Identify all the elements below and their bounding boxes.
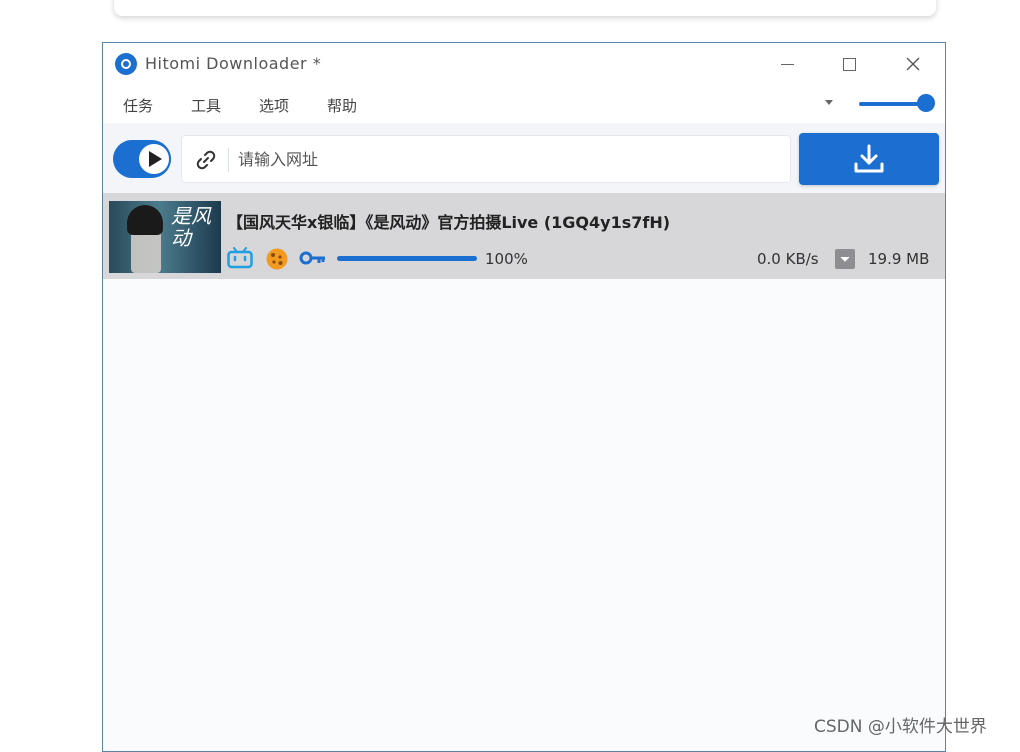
window-title: Hitomi Downloader * bbox=[145, 54, 322, 73]
key-icon bbox=[299, 251, 325, 265]
url-box bbox=[181, 135, 791, 183]
progress-percent: 100% bbox=[485, 250, 528, 268]
background-card bbox=[114, 0, 936, 16]
download-icon bbox=[854, 144, 884, 173]
menu-item-task[interactable]: 任务 bbox=[123, 95, 153, 116]
maximize-button[interactable] bbox=[821, 49, 877, 79]
play-toggle[interactable] bbox=[113, 140, 171, 178]
url-input[interactable] bbox=[238, 144, 778, 174]
volume-slider-handle[interactable] bbox=[917, 94, 935, 112]
file-icon[interactable] bbox=[835, 249, 855, 269]
thumbnail-text: 是风动 bbox=[171, 204, 211, 250]
title-bar[interactable]: Hitomi Downloader * bbox=[103, 43, 945, 85]
play-icon bbox=[137, 142, 171, 176]
app-window: Hitomi Downloader * 任务 工具 选项 帮助 请输入网址 是风… bbox=[102, 42, 946, 752]
close-button[interactable] bbox=[885, 49, 941, 79]
menu-bar: 任务 工具 选项 帮助 bbox=[103, 85, 945, 123]
menu-item-options[interactable]: 选项 bbox=[259, 95, 289, 116]
task-row[interactable]: 是风动 【国风天华x银临】《是风动》官方拍摄Live (1GQ4y1s7fH) bbox=[103, 193, 945, 279]
download-button[interactable] bbox=[799, 133, 939, 185]
progress-bar bbox=[337, 256, 477, 261]
download-speed: 0.0 KB/s bbox=[757, 250, 819, 268]
cookie-icon bbox=[266, 248, 288, 270]
task-title: 【国风天华x银临】《是风动》官方拍摄Live (1GQ4y1s7fH) bbox=[227, 213, 671, 232]
watermark: CSDN @小软件大世界 bbox=[814, 717, 987, 737]
hitomi-logo-icon bbox=[115, 53, 137, 75]
link-icon[interactable] bbox=[194, 148, 218, 172]
task-thumbnail: 是风动 bbox=[109, 201, 221, 273]
close-icon bbox=[906, 57, 920, 71]
url-divider bbox=[228, 148, 229, 172]
menu-item-tools[interactable]: 工具 bbox=[191, 95, 221, 116]
chevron-down-icon[interactable] bbox=[825, 100, 833, 105]
file-size: 19.9 MB bbox=[868, 250, 930, 268]
bilibili-icon bbox=[227, 247, 253, 269]
minimize-icon bbox=[780, 63, 794, 65]
maximize-icon bbox=[842, 57, 856, 71]
progress-fill bbox=[337, 256, 477, 261]
menu-item-help[interactable]: 帮助 bbox=[327, 95, 357, 116]
minimize-button[interactable] bbox=[759, 49, 815, 79]
